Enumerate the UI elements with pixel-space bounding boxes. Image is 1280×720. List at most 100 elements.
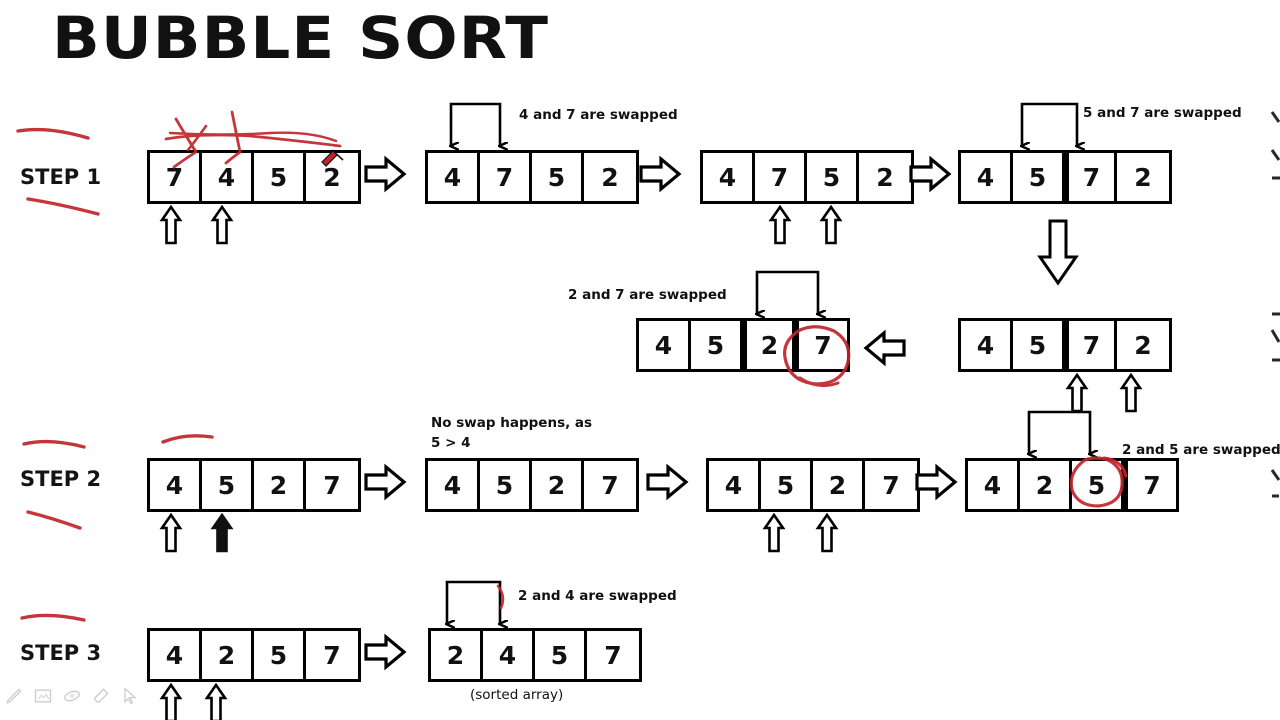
clipped-edge-marks [1270, 111, 1280, 498]
array-step1-compare-7-5: 4 7 5 2 [700, 150, 914, 204]
array-cell: 4 [150, 631, 202, 679]
array-cell: 2 [1117, 321, 1169, 369]
compare-pointer [1066, 373, 1088, 413]
array-step1-after-swap-5-7: 4 5 7 2 [958, 150, 1172, 204]
flow-arrow-right [364, 635, 406, 669]
array-cell: 4 [961, 153, 1013, 201]
array-cell: 4 [202, 153, 254, 201]
array-cell: 4 [703, 153, 755, 201]
swap-bracket [1029, 410, 1090, 454]
flow-arrow-left [864, 331, 906, 365]
array-step3-sorted: 2 4 5 7 [428, 628, 642, 682]
whiteboard-canvas: BUBBLE SORT STEP 1 STEP 2 STEP 3 4 and 7… [0, 0, 1280, 720]
array-step2-no-swap: 4 5 2 7 [425, 458, 639, 512]
array-cell: 5 [761, 461, 813, 509]
array-step1-initial: 7 4 5 2 [147, 150, 361, 204]
compare-pointer [816, 513, 838, 553]
array-cell: 4 [428, 153, 480, 201]
array-cell: 7 [306, 461, 358, 509]
array-cell: 7 [1124, 461, 1176, 509]
cursor-icon[interactable] [120, 686, 140, 706]
flow-arrow-right [646, 465, 688, 499]
pen-icon[interactable] [4, 686, 24, 706]
array-cell: 5 [202, 461, 254, 509]
array-cell: 7 [795, 321, 847, 369]
array-cell: 2 [1117, 153, 1169, 201]
array-cell: 2 [431, 631, 483, 679]
array-cell: 5 [807, 153, 859, 201]
ink-toolbar[interactable] [4, 686, 140, 706]
array-cell: 5 [691, 321, 743, 369]
array-cell: 2 [254, 461, 306, 509]
array-cell: 4 [639, 321, 691, 369]
array-cell: 7 [1065, 321, 1117, 369]
ink-stroke [22, 439, 86, 449]
compare-pointer [763, 513, 785, 553]
caption-no-swap: No swap happens, as [431, 415, 593, 431]
array-cell: 4 [428, 461, 480, 509]
array-cell: 5 [535, 631, 587, 679]
array-cell: 7 [865, 461, 917, 509]
array-cell: 5 [1013, 153, 1065, 201]
ink-stroke [26, 510, 82, 530]
array-cell: 5 [254, 631, 306, 679]
array-cell: 2 [743, 321, 795, 369]
ink-stroke [26, 197, 100, 216]
array-cell: 5 [254, 153, 306, 201]
array-cell: 7 [587, 631, 639, 679]
array-step2-initial: 4 5 2 7 [147, 458, 361, 512]
caption-no-swap-condition: 5 > 4 [431, 435, 471, 451]
compare-pointer [160, 205, 182, 245]
array-cell: 5 [532, 153, 584, 201]
compare-pointer [820, 205, 842, 245]
swap-bracket [447, 580, 500, 624]
flow-arrow-right [909, 157, 951, 191]
highlighter-icon[interactable] [62, 686, 82, 706]
compare-pointer [769, 205, 791, 245]
array-cell: 4 [968, 461, 1020, 509]
array-cell: 4 [961, 321, 1013, 369]
array-step1-after-swap-2-7: 4 5 2 7 [636, 318, 850, 372]
ink-stroke [20, 613, 86, 622]
swap-bracket [757, 270, 818, 314]
screenshot-icon[interactable] [33, 686, 53, 706]
compare-pointer [160, 513, 182, 553]
compare-pointer [1120, 373, 1142, 413]
ink-circle [798, 376, 840, 388]
compare-pointer [160, 683, 182, 720]
swap-bracket [451, 102, 500, 146]
caption-swap-2-7: 2 and 7 are swapped [568, 287, 727, 303]
array-cell: 4 [150, 461, 202, 509]
array-cell: 5 [1072, 461, 1124, 509]
array-cell: 2 [532, 461, 584, 509]
caption-sorted-array: (sorted array) [470, 687, 564, 703]
array-cell: 2 [859, 153, 911, 201]
step-label-1: STEP 1 [20, 165, 102, 189]
array-cell: 4 [709, 461, 761, 509]
compare-pointer [205, 683, 227, 720]
array-step2-after-swap-2-5: 4 2 5 7 [965, 458, 1179, 512]
array-cell: 7 [306, 631, 358, 679]
caption-swap-2-5: 2 and 5 are swapped [1122, 442, 1280, 458]
caption-swap-2-4: 2 and 4 are swapped [518, 588, 677, 604]
flow-arrow-right [915, 465, 957, 499]
array-cell: 2 [1020, 461, 1072, 509]
array-cell: 7 [584, 461, 636, 509]
page-title: BUBBLE SORT [52, 4, 550, 72]
array-cell: 2 [202, 631, 254, 679]
array-cell: 2 [584, 153, 636, 201]
array-cell: 5 [1013, 321, 1065, 369]
ink-stroke [161, 434, 214, 444]
flow-arrow-right [364, 465, 406, 499]
array-cell: 4 [483, 631, 535, 679]
ink-stroke [168, 131, 338, 143]
ink-stroke [186, 124, 208, 152]
swap-bracket [1022, 102, 1077, 146]
step-label-3: STEP 3 [20, 641, 102, 665]
caption-swap-5-7: 5 and 7 are swapped [1083, 105, 1242, 121]
flow-arrow-down [1038, 219, 1078, 285]
eraser-icon[interactable] [91, 686, 111, 706]
array-cell: 7 [150, 153, 202, 201]
flow-arrow-right [364, 157, 406, 191]
array-cell: 7 [755, 153, 807, 201]
